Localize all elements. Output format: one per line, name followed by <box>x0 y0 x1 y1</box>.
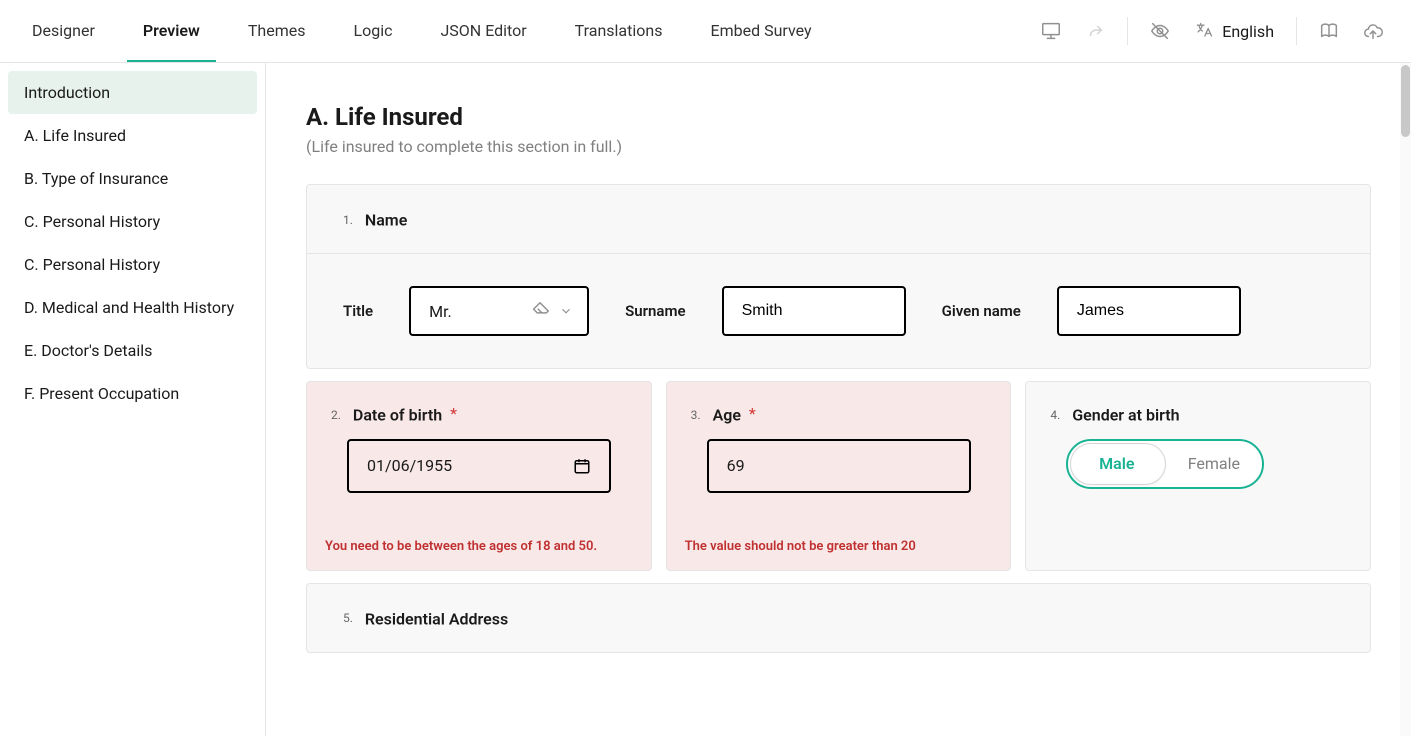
given-name-label: Given name <box>942 302 1021 320</box>
cloud-upload-icon[interactable] <box>1351 0 1395 62</box>
q3-title: Age <box>713 406 741 425</box>
visibility-off-icon[interactable] <box>1138 0 1182 62</box>
device-desktop-icon[interactable] <box>1029 0 1073 62</box>
sidebar-item-present-occupation[interactable]: F. Present Occupation <box>8 372 257 415</box>
separator <box>1127 17 1128 45</box>
q1-num: 1. <box>343 213 353 227</box>
book-icon[interactable] <box>1307 0 1351 62</box>
separator <box>1296 17 1297 45</box>
scrollbar[interactable] <box>1400 63 1411 736</box>
panel-name-header: 1. Name <box>307 185 1370 254</box>
sidebar-item-medical-history[interactable]: D. Medical and Health History <box>8 286 257 329</box>
surname-input[interactable] <box>722 286 906 336</box>
sidebar-item-life-insured[interactable]: A. Life Insured <box>8 114 257 157</box>
sidebar-item-personal-history-1[interactable]: C. Personal History <box>8 200 257 243</box>
q4-title: Gender at birth <box>1072 406 1179 425</box>
sidebar-item-doctor-details[interactable]: E. Doctor's Details <box>8 329 257 372</box>
top-nav: Designer Preview Themes Logic JSON Edito… <box>0 0 1411 63</box>
sidebar-item-personal-history-2[interactable]: C. Personal History <box>8 243 257 286</box>
q4-num: 4. <box>1050 408 1060 422</box>
q1-title: Name <box>365 210 407 229</box>
q2-title: Date of birth <box>353 406 442 425</box>
gender-opt-female[interactable]: Female <box>1165 454 1262 473</box>
tab-logic[interactable]: Logic <box>337 0 408 62</box>
tab-translations[interactable]: Translations <box>559 0 679 62</box>
title-select[interactable]: Mr. <box>409 286 589 336</box>
title-label: Title <box>343 302 373 320</box>
chevron-down-icon <box>555 304 577 318</box>
tab-json-editor[interactable]: JSON Editor <box>424 0 542 62</box>
panel-residential-header: 5. Residential Address <box>307 584 1370 652</box>
sidebar-item-introduction[interactable]: Introduction <box>8 71 257 114</box>
tab-embed-survey[interactable]: Embed Survey <box>694 0 827 62</box>
age-error: The value should not be greater than 20 <box>667 523 1011 570</box>
dob-value: 01/06/1955 <box>367 456 452 475</box>
q5-title: Residential Address <box>365 609 508 628</box>
tab-themes[interactable]: Themes <box>232 0 322 62</box>
required-star: * <box>450 404 457 423</box>
sidebar-item-type-insurance[interactable]: B. Type of Insurance <box>8 157 257 200</box>
language-selector[interactable]: English <box>1182 0 1286 62</box>
q3-num: 3. <box>691 408 701 422</box>
section-subtitle: (Life insured to complete this section i… <box>306 137 1371 156</box>
main: Introduction A. Life Insured B. Type of … <box>0 63 1411 736</box>
title-value: Mr. <box>429 302 525 321</box>
calendar-icon[interactable] <box>573 457 591 475</box>
name-row: Title Mr. Surname Given name <box>343 286 1334 336</box>
nav-tabs: Designer Preview Themes Logic JSON Edito… <box>0 0 836 62</box>
scrollbar-thumb[interactable] <box>1401 65 1410 137</box>
language-label: English <box>1222 22 1274 41</box>
card-row: 2. Date of birth * 01/06/1955 You need t… <box>306 381 1371 570</box>
redo-icon[interactable] <box>1073 0 1117 62</box>
age-input[interactable]: 69 <box>707 439 971 493</box>
top-right: English <box>1029 0 1411 62</box>
gender-toggle[interactable]: Male Female <box>1066 439 1264 489</box>
card-dob: 2. Date of birth * 01/06/1955 You need t… <box>306 381 652 570</box>
tab-preview[interactable]: Preview <box>127 0 216 62</box>
gender-opt-male[interactable]: Male <box>1068 454 1165 473</box>
given-name-input[interactable] <box>1057 286 1241 336</box>
required-star: * <box>749 404 756 423</box>
q5-num: 5. <box>343 611 353 625</box>
dob-error: You need to be between the ages of 18 an… <box>307 523 651 570</box>
dob-input[interactable]: 01/06/1955 <box>347 439 611 493</box>
age-value: 69 <box>727 456 745 475</box>
content-area: A. Life Insured (Life insured to complet… <box>266 63 1411 736</box>
card-age: 3. Age * 69 The value should not be grea… <box>666 381 1012 570</box>
panel-name: 1. Name Title Mr. <box>306 184 1371 369</box>
surname-label: Surname <box>625 302 685 320</box>
tab-designer[interactable]: Designer <box>16 0 111 62</box>
sidebar: Introduction A. Life Insured B. Type of … <box>0 63 266 736</box>
card-gender: 4. Gender at birth Male Female <box>1025 381 1371 570</box>
q2-num: 2. <box>331 408 341 422</box>
panel-residential: 5. Residential Address <box>306 583 1371 653</box>
clear-icon[interactable] <box>529 300 551 322</box>
section-title: A. Life Insured <box>306 103 1371 131</box>
